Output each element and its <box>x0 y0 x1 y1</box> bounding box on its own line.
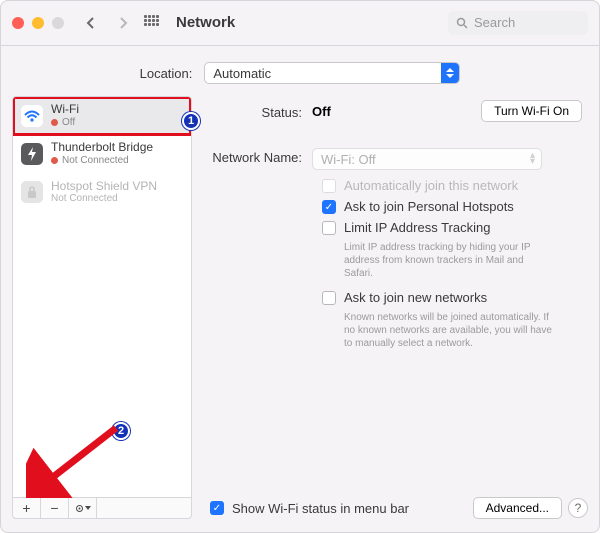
network-name-label: Network Name: <box>202 148 312 165</box>
search-icon <box>456 17 468 29</box>
checkbox-icon <box>322 221 336 235</box>
sidebar-item-thunderbolt[interactable]: Thunderbolt Bridge Not Connected <box>13 135 191 173</box>
checkbox-checked-icon: ✓ <box>322 200 336 214</box>
footer: ✓ Show Wi-Fi status in menu bar Advanced… <box>12 497 588 519</box>
option-label: Ask to join new networks <box>344 290 487 305</box>
advanced-button[interactable]: Advanced... <box>473 497 562 519</box>
status-value: Off <box>312 104 481 119</box>
limit-ip-hint: Limit IP address tracking by hiding your… <box>344 241 554 280</box>
window-controls <box>12 17 64 29</box>
wifi-toggle-button[interactable]: Turn Wi-Fi On <box>481 100 582 122</box>
network-name-select: Wi-Fi: Off ▴▾ <box>312 148 542 170</box>
location-select[interactable]: Automatic <box>204 62 460 84</box>
status-dot-icon <box>51 119 58 126</box>
minimize-window-button[interactable] <box>32 17 44 29</box>
chevron-left-icon <box>86 17 96 29</box>
updown-icon <box>441 63 459 83</box>
network-preferences-window: Network Search Location: Automatic Wi-Fi <box>0 0 600 533</box>
option-label: Limit IP Address Tracking <box>344 220 490 235</box>
updown-icon: ▴▾ <box>530 153 535 165</box>
checkbox-icon <box>322 291 336 305</box>
menubar-checkbox[interactable]: ✓ <box>210 501 224 515</box>
menubar-label: Show Wi-Fi status in menu bar <box>232 501 409 516</box>
service-status: Off <box>62 117 75 129</box>
help-button[interactable]: ? <box>568 498 588 518</box>
sidebar-item-wifi[interactable]: Wi-Fi Off <box>13 97 191 135</box>
sidebar-item-vpn[interactable]: Hotspot Shield VPN Not Connected <box>13 174 191 212</box>
search-field[interactable]: Search <box>448 11 588 35</box>
service-name: Thunderbolt Bridge <box>51 141 153 155</box>
titlebar: Network Search <box>0 0 600 46</box>
network-name-value: Wi-Fi: Off <box>321 152 376 167</box>
service-status: Not Connected <box>62 155 129 167</box>
chevron-right-icon <box>118 17 128 29</box>
search-placeholder: Search <box>474 15 515 30</box>
personal-hotspot-checkbox[interactable]: ✓ Ask to join Personal Hotspots <box>322 199 582 214</box>
service-status: Not Connected <box>51 193 118 205</box>
service-list: Wi-Fi Off Thunderbolt Bridge Not Connect… <box>12 96 192 497</box>
lock-icon <box>21 181 43 203</box>
window-title: Network <box>176 14 235 31</box>
checkbox-icon <box>322 179 336 193</box>
body: Wi-Fi Off Thunderbolt Bridge Not Connect… <box>0 96 600 531</box>
limit-ip-checkbox[interactable]: Limit IP Address Tracking <box>322 220 582 235</box>
option-label: Ask to join Personal Hotspots <box>344 199 514 214</box>
thunderbolt-icon <box>21 143 43 165</box>
ask-new-checkbox[interactable]: Ask to join new networks <box>322 290 582 305</box>
sidebar: Wi-Fi Off Thunderbolt Bridge Not Connect… <box>12 96 192 519</box>
option-label: Automatically join this network <box>344 178 518 193</box>
wifi-icon <box>21 105 43 127</box>
options-group: Automatically join this network ✓ Ask to… <box>322 178 582 350</box>
service-name: Hotspot Shield VPN <box>51 180 157 194</box>
show-all-button[interactable] <box>144 15 160 31</box>
location-label: Location: <box>140 66 193 81</box>
location-value: Automatic <box>213 66 271 81</box>
forward-button[interactable] <box>112 12 134 34</box>
auto-join-checkbox: Automatically join this network <box>322 178 582 193</box>
close-window-button[interactable] <box>12 17 24 29</box>
location-row: Location: Automatic <box>0 46 600 96</box>
detail-pane: Status: Off Turn Wi-Fi On Network Name: … <box>192 96 588 519</box>
service-name: Wi-Fi <box>51 103 79 117</box>
ask-new-hint: Known networks will be joined automatica… <box>344 311 554 350</box>
zoom-window-button[interactable] <box>52 17 64 29</box>
back-button[interactable] <box>80 12 102 34</box>
status-dot-icon <box>51 157 58 164</box>
status-label: Status: <box>202 103 312 120</box>
